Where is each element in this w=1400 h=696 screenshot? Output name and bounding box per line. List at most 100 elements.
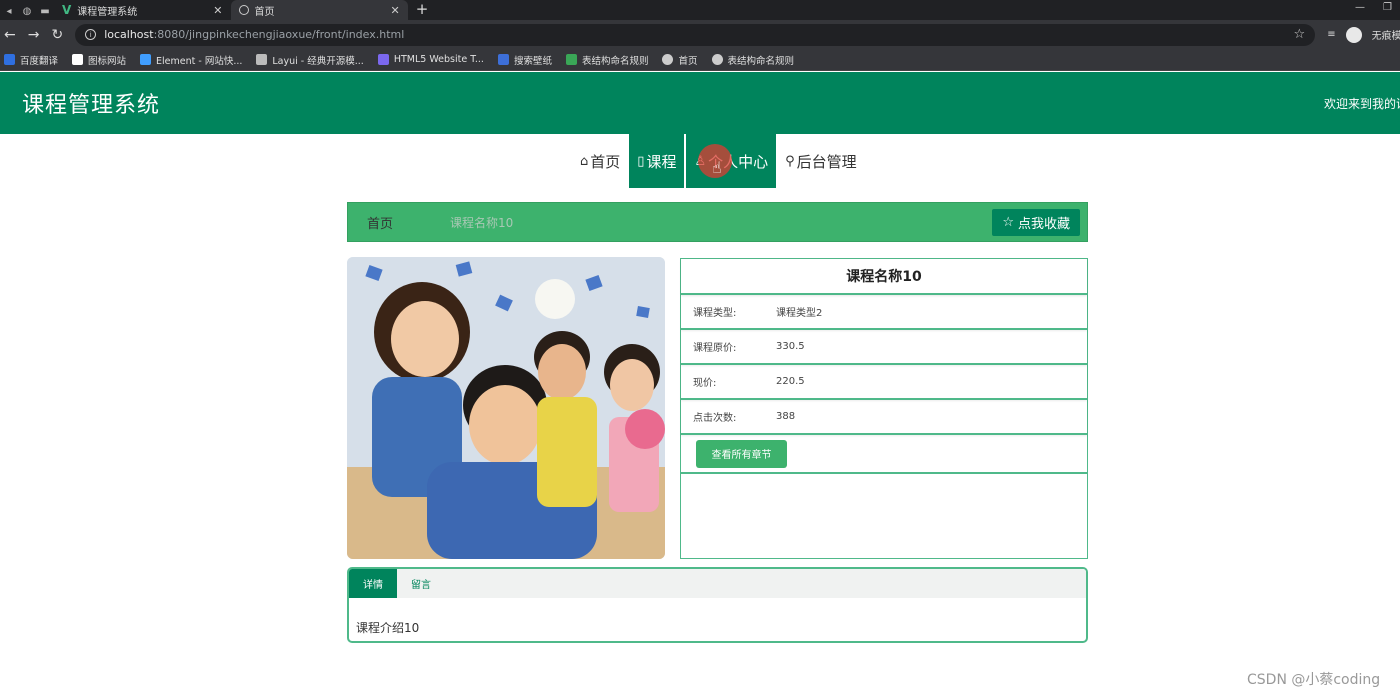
bookmark-label: Layui - 经典开源模... (272, 55, 364, 67)
browser-tab-1[interactable]: V 课程管理系统 ✕ (54, 0, 231, 20)
globe-icon (238, 5, 249, 15)
restore-icon[interactable]: ❐ (1383, 2, 1392, 13)
row-value: 课程类型2 (776, 308, 823, 319)
close-icon[interactable]: ✕ (391, 4, 400, 17)
nav-label: 课程 (646, 152, 677, 171)
bookmark-item[interactable]: Layui - 经典开源模... (256, 53, 364, 67)
site-title: 课程管理系统 (22, 93, 161, 118)
chapters-row: 查看所有章节 (681, 435, 1087, 474)
globe-icon[interactable]: ◍ (18, 2, 36, 20)
browser-tab-2[interactable]: 首页 ✕ (230, 0, 408, 20)
home-icon: ⌂ (580, 153, 589, 169)
click-count-row: 点击次数: 388 (681, 400, 1087, 435)
bookmark-label: 表结构命名规则 (581, 55, 649, 67)
profile-label: 无痕模式 (1371, 31, 1400, 42)
url-input[interactable]: i localhost:8080/jingpinkechengjiaoxue/f… (75, 23, 1316, 46)
detail-tabs: 详情 留言 课程介绍10 (347, 567, 1088, 643)
back-icon[interactable]: ← (4, 27, 16, 43)
star-icon: ☆ (1002, 214, 1014, 230)
window-controls: — ❐ (1355, 0, 1400, 13)
row-value: 330.5 (776, 341, 805, 352)
info-icon[interactable]: i (85, 29, 97, 40)
address-bar-row: ← → ↻ i localhost:8080/jingpinkechengjia… (0, 20, 1400, 49)
toolbar-right: ≡ 无痕模式 (1327, 26, 1400, 43)
nav-item-admin[interactable]: ⚲ 后台管理 (777, 134, 865, 188)
row-label: 点击次数: (693, 413, 737, 424)
bookmark-label: 图标网站 (88, 55, 127, 67)
row-value: 220.5 (776, 376, 805, 387)
tab-details[interactable]: 详情 (349, 569, 397, 598)
nav-item-home[interactable]: ⌂ 首页 (572, 134, 628, 188)
site-header: 课程管理系统 欢迎来到我的课程管理系统 (0, 72, 1400, 134)
bookmark-label: Element - 网站快... (156, 55, 243, 67)
bookmark-item[interactable]: Element - 网站快... (140, 53, 242, 67)
tabs-header: 详情 留言 (349, 569, 1086, 598)
row-label: 课程类型: (693, 308, 737, 319)
row-label: 现价: (693, 378, 717, 389)
translate-icon (4, 54, 15, 65)
current-price-row: 现价: 220.5 (681, 365, 1087, 400)
course-image (347, 257, 665, 559)
browser-tab-title: 首页 (254, 6, 275, 18)
row-label: 课程原价: (693, 343, 737, 354)
bookmark-item[interactable]: HTML5 Website T... (377, 54, 484, 65)
window-icon[interactable]: ▬ (36, 2, 54, 20)
link-icon: ⚲ (785, 153, 795, 169)
sheet-icon (565, 54, 577, 65)
course-info-panel: 课程名称10 课程类型: 课程类型2 课程原价: 330.5 现价: 220.5… (680, 258, 1088, 559)
bookmark-label: 搜索壁纸 (513, 55, 552, 67)
watermark: CSDN @小蔡coding (1247, 672, 1381, 688)
favorite-button-label: 点我收藏 (1017, 216, 1070, 232)
nav-label: 首页 (590, 152, 621, 171)
row-value: 388 (776, 411, 796, 422)
breadcrumb: 首页 课程名称10 ☆ 点我收藏 (347, 202, 1088, 242)
bookmark-item[interactable]: 表结构命名规则 (711, 53, 795, 67)
bookmark-label: HTML5 Website T... (393, 54, 484, 65)
book-icon: ▯ (637, 153, 645, 169)
favorite-button[interactable]: ☆ 点我收藏 (992, 208, 1080, 236)
course-type-row: 课程类型: 课程类型2 (681, 295, 1087, 330)
bookmark-item[interactable]: 百度翻译 (4, 53, 58, 67)
minimize-icon[interactable]: — (1355, 2, 1365, 13)
vue-icon: V (62, 3, 72, 17)
element-icon (140, 54, 152, 65)
browser-tab-title: 课程管理系统 (77, 6, 138, 18)
new-tab-icon[interactable]: + (416, 0, 429, 20)
browser-tabbar: ◂ ◍ ▬ V 课程管理系统 ✕ 首页 ✕ + — ❐ (0, 0, 1400, 20)
reading-list-icon[interactable]: ≡ (1327, 29, 1335, 40)
bookmark-item[interactable]: 图标网站 (72, 53, 126, 67)
globe-icon (711, 54, 723, 65)
globe-icon (662, 54, 674, 65)
layui-icon (256, 54, 268, 65)
url-path: :8080/jingpinkechengjiaoxue/front/index.… (153, 28, 405, 41)
url-host: localhost (104, 28, 154, 41)
nav-label: 后台管理 (796, 152, 857, 171)
breadcrumb-current: 课程名称10 (450, 215, 514, 230)
forward-icon[interactable]: → (28, 27, 40, 43)
original-price-row: 课程原价: 330.5 (681, 330, 1087, 365)
bookmark-item[interactable]: 搜索壁纸 (497, 53, 552, 67)
tab-comments[interactable]: 留言 (397, 569, 445, 598)
tab-search-icon[interactable]: ◂ (0, 2, 18, 20)
course-description: 课程介绍10 (356, 621, 420, 635)
star-icon[interactable]: ☆ (1294, 27, 1306, 42)
breadcrumb-home-link[interactable]: 首页 (367, 213, 393, 232)
course-title: 课程名称10 (681, 259, 1087, 295)
bookmark-item[interactable]: 表结构命名规则 (565, 53, 649, 67)
bookmarks-bar: 百度翻译 图标网站 Element - 网站快... Layui - 经典开源模… (0, 49, 1400, 71)
pointer-cursor-icon: ☝ (712, 158, 722, 177)
welcome-text: 欢迎来到我的课程管理系统 (1324, 96, 1400, 111)
html5-icon (377, 54, 389, 65)
wallpaper-icon (497, 54, 509, 65)
bookmark-label: 表结构命名规则 (727, 55, 795, 67)
bookmark-label: 百度翻译 (20, 55, 59, 67)
flag-icon (72, 54, 84, 65)
incognito-icon[interactable] (1345, 26, 1362, 43)
view-chapters-button[interactable]: 查看所有章节 (696, 439, 787, 468)
close-icon[interactable]: ✕ (213, 4, 222, 17)
bookmark-item[interactable]: 首页 (662, 53, 698, 67)
nav-item-course[interactable]: ▯ 课程 (629, 134, 685, 188)
reload-icon[interactable]: ↻ (51, 27, 63, 43)
children-photo (347, 257, 665, 559)
bookmark-label: 首页 (678, 55, 698, 67)
